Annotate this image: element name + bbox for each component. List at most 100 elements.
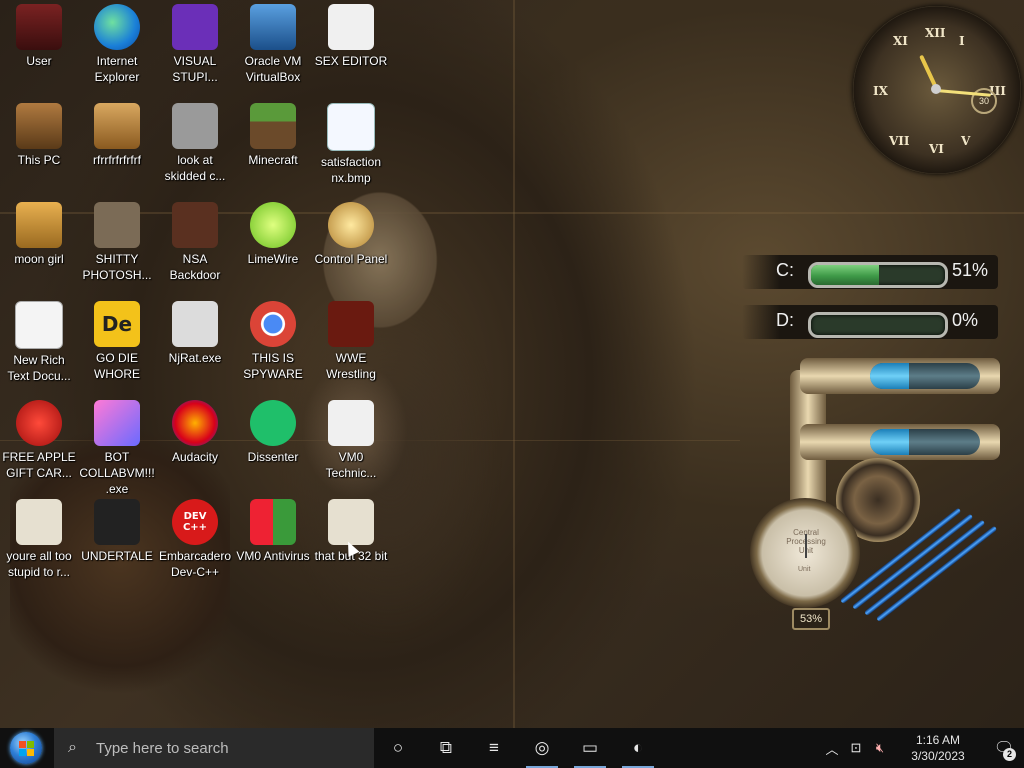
clock-numeral-vi: VI (929, 142, 944, 156)
chevron-up-icon[interactable]: ︿ (820, 739, 844, 758)
minecraft-icon (250, 103, 296, 149)
desktop-icon[interactable]: VM0 Antivirus (234, 495, 312, 589)
clock-time: 1:16 AM (915, 733, 961, 747)
desktop-icon-label: Oracle VM VirtualBox (244, 54, 302, 84)
portrait-icon (16, 499, 62, 545)
apple-icon (16, 400, 62, 446)
desktop-icon-label: moon girl (14, 252, 64, 266)
desktop-icon-label: SEX EDITOR (314, 54, 388, 68)
desktop-icon[interactable]: De GO DIE WHORE (78, 297, 156, 391)
drive-usage-bar (808, 312, 948, 338)
file-explorer-icon[interactable]: ▭ (566, 728, 614, 768)
desktop-icon-label: VISUAL STUPI... (172, 54, 218, 84)
desktop-icon[interactable]: youre all too stupid to r... (0, 495, 78, 589)
desktop-icon-label: VM0 Antivirus (236, 549, 310, 563)
cortana-circle-icon[interactable]: ○ (374, 728, 422, 768)
network-icon[interactable]: ⊡ (844, 740, 868, 756)
desktop-icon[interactable]: UNDERTALE (78, 495, 156, 589)
desktop-icon-label: LimeWire (247, 252, 299, 266)
desktop-icon-label: NjRat.exe (168, 351, 222, 365)
desktop-icon-label: Audacity (171, 450, 219, 464)
start-button[interactable] (0, 728, 52, 768)
virtualbox-icon (250, 4, 296, 50)
dissenter-icon (250, 400, 296, 446)
desktop-icon-label: WWE Wrestling (326, 351, 376, 381)
taskbar-clock[interactable]: 1:16 AM 3/30/2023 (898, 732, 978, 764)
desktop-icon[interactable]: User (0, 0, 78, 94)
tv-screen-icon (94, 400, 140, 446)
devcpp-icon: DEV C++ (172, 499, 218, 545)
desktop-icon[interactable]: New Rich Text Docu... (0, 297, 78, 391)
water-tube-top (870, 363, 980, 389)
desktop-icon[interactable]: WWE Wrestling (312, 297, 390, 391)
desktop-icon-label: New Rich Text Docu... (7, 353, 71, 383)
desktop-icon[interactable]: THIS IS SPYWARE (234, 297, 312, 391)
desktop-icon[interactable]: Audacity (156, 396, 234, 490)
file-icon (94, 103, 140, 149)
desktop-icon[interactable]: Oracle VM VirtualBox (234, 0, 312, 94)
clock-numeral-xi: XI (893, 34, 908, 48)
notification-center-button[interactable]: 🗨︎ 2 (984, 728, 1024, 768)
desktop-icon[interactable]: VISUAL STUPI... (156, 0, 234, 94)
desktop-icon-label: GO DIE WHORE (94, 351, 140, 381)
drive-usage-percent: 0% (952, 310, 979, 330)
desktop-icon[interactable]: Dissenter (234, 396, 312, 490)
desktop-icon[interactable]: NSA Backdoor (156, 198, 234, 292)
control-panel-icon (328, 202, 374, 248)
desktop-icon[interactable]: BOT COLLABVM!!!.exe (78, 396, 156, 496)
desktop-icon-label: youre all too stupid to r... (6, 549, 72, 579)
chrome-taskbar-icon[interactable]: ◎ (518, 728, 566, 768)
desktop-icon-label: This PC (17, 153, 61, 167)
folder-icon (16, 202, 62, 248)
desktop-icon[interactable]: FREE APPLE GIFT CAR... (0, 396, 78, 490)
desktop-icon[interactable]: Minecraft (234, 99, 312, 193)
desktop-icon[interactable]: moon girl (0, 198, 78, 292)
cpu-gauge-readout: 53% (792, 608, 830, 630)
desktop-icon-label: BOT COLLABVM!!!.exe (79, 450, 155, 496)
wwe-icon (328, 301, 374, 347)
desktop-icon[interactable]: VM0 Technic... (312, 396, 390, 490)
desktop-icon-label: SHITTY PHOTOSH... (82, 252, 152, 282)
search-icon: ⌕ (68, 739, 77, 756)
clock-numeral-vii: VII (889, 134, 910, 148)
desktop-icon[interactable]: SHITTY PHOTOSH... (78, 198, 156, 292)
desktop-icon[interactable]: LimeWire (234, 198, 312, 292)
desktop-icon[interactable]: rfrrfrfrfrfrf (78, 99, 156, 193)
desktop-icon-label: rfrrfrfrfrfrf (93, 153, 141, 167)
taskbar: ⌕ Type here to search ○ ⧉ ≡ ◎ ▭ ◐ ︿ ⊡ 🔇︎ 1:16… (0, 728, 1024, 768)
computer-icon (16, 103, 62, 149)
desktop-icon[interactable]: look at skidded c... (156, 99, 234, 193)
skull-icon (172, 301, 218, 347)
drive-usage-percent: 51% (952, 260, 989, 280)
stacked-windows-icon (172, 103, 218, 149)
desktop-icon[interactable]: NjRat.exe (156, 297, 234, 391)
clock-widget[interactable]: XII III VI IX I XI V VII 30 (853, 6, 1021, 174)
desktop-icon[interactable]: satisfaction nx.bmp (312, 99, 390, 193)
drive-meter-c[interactable]: C: 51% (742, 255, 998, 289)
clock-numeral-v: V (961, 134, 971, 148)
rich-text-document-icon (15, 301, 63, 349)
desktop-icon-label: Control Panel (314, 252, 388, 266)
gauge-needle (805, 534, 807, 558)
desktop-icon[interactable]: DEV C++ Embarcadero Dev-C++ (156, 495, 234, 589)
chrome-icon (250, 301, 296, 347)
portrait-icon (328, 499, 374, 545)
drive-meter-d[interactable]: D: 0% (742, 305, 998, 339)
cpu-pipe-widget[interactable]: Central Processing Unit Unit 53% (740, 350, 1010, 650)
volume-muted-icon[interactable]: 🔇︎ (868, 740, 892, 756)
task-view-icon[interactable]: ⧉ (422, 728, 470, 768)
desktop-icon-label: satisfaction nx.bmp (320, 155, 382, 185)
desktop-icon[interactable]: Control Panel (312, 198, 390, 292)
nsa-icon (172, 202, 218, 248)
firefox-icon[interactable]: ◐ (614, 728, 662, 768)
audacity-icon (172, 400, 218, 446)
dissenter-taskbar-icon[interactable]: ≡ (470, 728, 518, 768)
desktop-icon[interactable]: SEX EDITOR (312, 0, 390, 94)
search-box[interactable]: ⌕ Type here to search (54, 728, 374, 768)
desktop-icon[interactable]: This PC (0, 99, 78, 193)
desktop-icon[interactable]: Internet Explorer (78, 0, 156, 94)
windows-logo-icon (10, 732, 42, 764)
water-tube-middle (870, 429, 980, 455)
visual-studio-icon (172, 4, 218, 50)
drive-letter: C: (776, 260, 794, 280)
